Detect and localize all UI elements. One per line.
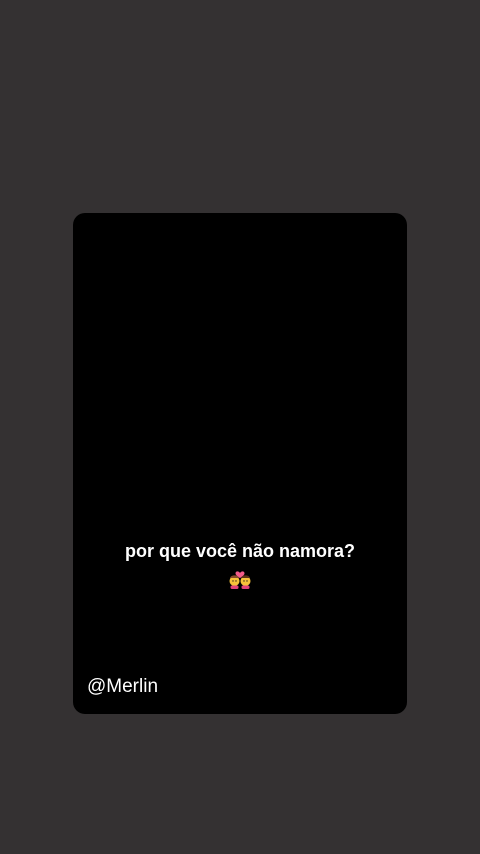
- story-viewer-screen: por que você não namora? @Merlin: [0, 0, 480, 854]
- username-watermark: @Merlin: [87, 676, 159, 697]
- caption-text: por que você não namora?: [124, 541, 356, 561]
- story-caption: por que você não namora?: [73, 540, 407, 594]
- couple-with-heart-icon: [228, 567, 252, 589]
- story-card[interactable]: por que você não namora? @Merlin: [73, 213, 407, 714]
